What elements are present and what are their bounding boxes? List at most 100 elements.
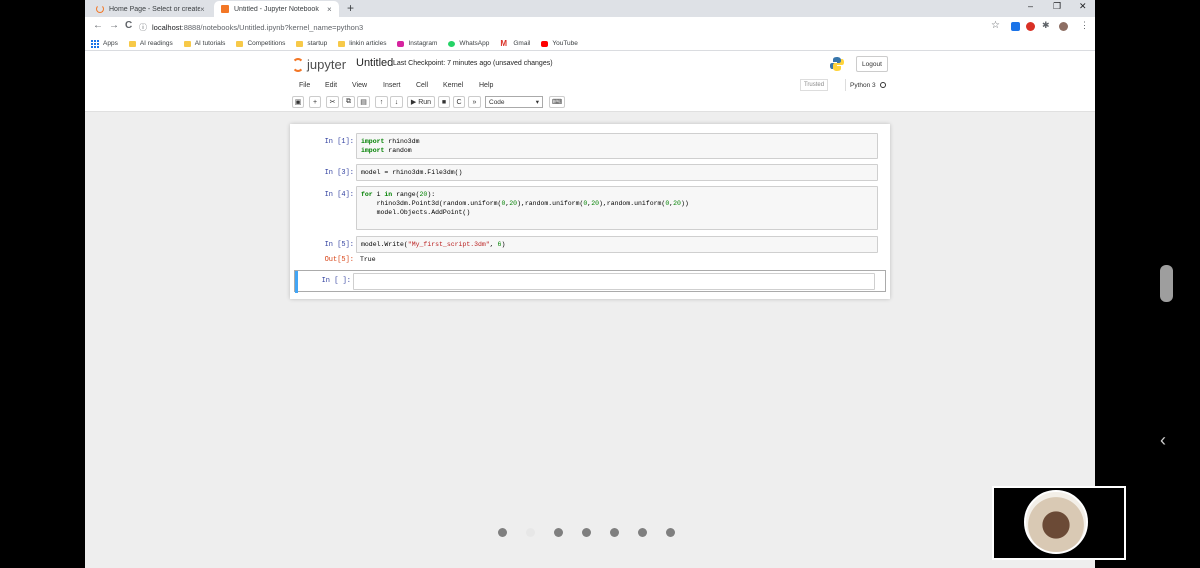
copy-button[interactable]: ⧉ <box>342 96 355 108</box>
more-menu-icon[interactable]: ⋮ <box>1080 20 1089 31</box>
logout-button[interactable]: Logout <box>856 56 888 72</box>
bookmark-whatsapp[interactable]: WhatsApp <box>448 40 489 47</box>
back-icon[interactable]: ← <box>93 20 103 31</box>
menu-kernel[interactable]: Kernel <box>443 82 463 89</box>
kernel-idle-icon <box>879 82 886 88</box>
command-palette-button[interactable]: ⌨ <box>549 96 565 108</box>
forward-icon[interactable]: → <box>109 20 119 31</box>
chevron-down-icon: ▾ <box>535 99 539 106</box>
tab-close-icon[interactable]: × <box>200 5 212 14</box>
extensions-puzzle-icon[interactable]: ✱ <box>1042 20 1050 31</box>
save-icon: ▣ <box>294 99 302 106</box>
extension-icon[interactable] <box>1011 22 1020 31</box>
presenter-video <box>1024 490 1088 554</box>
input-prompt: In [ ]: <box>321 277 351 285</box>
output-prompt: Out[5]: <box>324 256 354 264</box>
bookmark-ai-tutorials[interactable]: AI tutorials <box>183 40 225 47</box>
run-button[interactable]: ▶ Run <box>407 96 435 108</box>
jupyter-logo-icon <box>292 57 304 72</box>
bookmark-youtube[interactable]: YouTube <box>541 40 578 47</box>
active-code-cell[interactable]: In [ ]: <box>294 270 886 293</box>
folder-icon <box>296 40 304 47</box>
code-editor[interactable]: model = rhino3dm.File3dm() <box>356 164 878 181</box>
slide-dot[interactable] <box>554 528 563 537</box>
bookmark-gmail[interactable]: M Gmail <box>500 39 530 48</box>
menu-view[interactable]: View <box>352 82 367 89</box>
arrow-down-icon: ↓ <box>394 98 399 106</box>
trusted-indicator[interactable]: Trusted <box>800 79 828 91</box>
bookmarks-bar: Apps AI readings AI tutorials Competitio… <box>85 37 1095 51</box>
gmail-icon: M <box>500 39 508 48</box>
cell-type-select[interactable]: Code ▾ <box>485 96 543 108</box>
slide-dot[interactable] <box>638 528 647 537</box>
menu-cell[interactable]: Cell <box>416 82 428 89</box>
jupyter-favicon-icon <box>96 5 104 13</box>
restart-run-all-button[interactable]: » <box>468 96 481 108</box>
notebook-container: In [1]: import rhino3dm import random In… <box>290 124 890 299</box>
tab-close-icon[interactable]: × <box>327 5 339 14</box>
menu-edit[interactable]: Edit <box>325 82 337 89</box>
code-editor[interactable]: model.Write("My_first_script.3dm", 6) <box>356 236 878 253</box>
slide-dot[interactable] <box>610 528 619 537</box>
paste-icon: ▤ <box>360 99 367 106</box>
bookmark-ai-readings[interactable]: AI readings <box>128 40 173 47</box>
slide-dot-current[interactable] <box>526 528 535 537</box>
bookmark-apps[interactable]: Apps <box>91 39 118 48</box>
folder-icon <box>183 40 191 47</box>
bookmark-linkin-articles[interactable]: linkin articles <box>338 40 386 47</box>
code-editor[interactable]: import rhino3dm import random <box>356 133 878 159</box>
paste-button[interactable]: ▤ <box>357 96 370 108</box>
input-prompt: In [3]: <box>324 169 354 177</box>
bookmark-star-icon[interactable]: ☆ <box>991 20 1000 31</box>
adblock-icon[interactable] <box>1026 22 1035 31</box>
keyboard-icon: ⌨ <box>551 99 563 106</box>
move-down-button[interactable]: ↓ <box>390 96 403 108</box>
restart-icon: C <box>456 98 462 106</box>
instagram-icon <box>397 40 405 47</box>
screen: Home Page - Select or create a × Untitle… <box>85 0 1095 568</box>
code-editor[interactable] <box>353 273 875 290</box>
copy-icon: ⧉ <box>346 98 351 105</box>
slide-dot[interactable] <box>498 528 507 537</box>
stop-icon: ■ <box>441 98 447 106</box>
jupyter-logo[interactable]: jupyter <box>292 57 346 72</box>
tab-untitled-notebook[interactable]: Untitled - Jupyter Notebook × <box>214 1 339 17</box>
restart-button[interactable]: C <box>453 96 465 108</box>
notebook-title[interactable]: Untitled <box>356 57 393 69</box>
menu-insert[interactable]: Insert <box>383 82 401 89</box>
reload-icon[interactable]: C <box>125 20 132 31</box>
cell-output: True <box>360 256 376 263</box>
slide-indicator <box>498 528 694 537</box>
cut-button[interactable]: ✂ <box>326 96 339 108</box>
whatsapp-icon <box>448 40 456 47</box>
info-icon[interactable]: ⓘ <box>139 22 147 33</box>
chevron-left-icon[interactable]: ‹ <box>1160 430 1166 451</box>
youtube-icon <box>541 40 549 47</box>
menu-help[interactable]: Help <box>479 82 493 89</box>
slide-dot[interactable] <box>666 528 675 537</box>
url-input[interactable]: ⓘ localhost:8888/notebooks/Untitled.ipyn… <box>139 19 1059 35</box>
code-editor[interactable]: for i in range(20): rhino3dm.Point3d(ran… <box>356 186 878 230</box>
webcam-overlay <box>992 486 1126 560</box>
bookmark-competitions[interactable]: Competitions <box>236 40 285 47</box>
restore-icon[interactable]: ❐ <box>1053 1 1061 12</box>
arrow-up-icon: ↑ <box>379 98 384 106</box>
bookmark-instagram[interactable]: Instagram <box>397 40 437 47</box>
bookmark-startup[interactable]: startup <box>296 40 327 47</box>
notebook-favicon-icon <box>221 5 229 13</box>
interrupt-button[interactable]: ■ <box>438 96 450 108</box>
folder-icon <box>236 40 244 47</box>
menu-file[interactable]: File <box>299 82 310 89</box>
profile-avatar-icon[interactable] <box>1059 22 1068 31</box>
scrollbar-thumb[interactable] <box>1160 265 1173 302</box>
window-close-icon[interactable]: ✕ <box>1079 1 1087 12</box>
minimize-icon[interactable]: – <box>1028 1 1033 11</box>
jupyter-header: jupyter Untitled Last Checkpoint: 7 minu… <box>85 51 1095 112</box>
insert-cell-button[interactable]: + <box>309 96 321 108</box>
save-button[interactable]: ▣ <box>292 96 304 108</box>
new-tab-icon[interactable]: + <box>347 1 354 15</box>
tab-home-page[interactable]: Home Page - Select or create a × <box>89 1 212 17</box>
url-path: :8888/notebooks/Untitled.ipynb?kernel_na… <box>181 22 364 32</box>
move-up-button[interactable]: ↑ <box>375 96 388 108</box>
slide-dot[interactable] <box>582 528 591 537</box>
